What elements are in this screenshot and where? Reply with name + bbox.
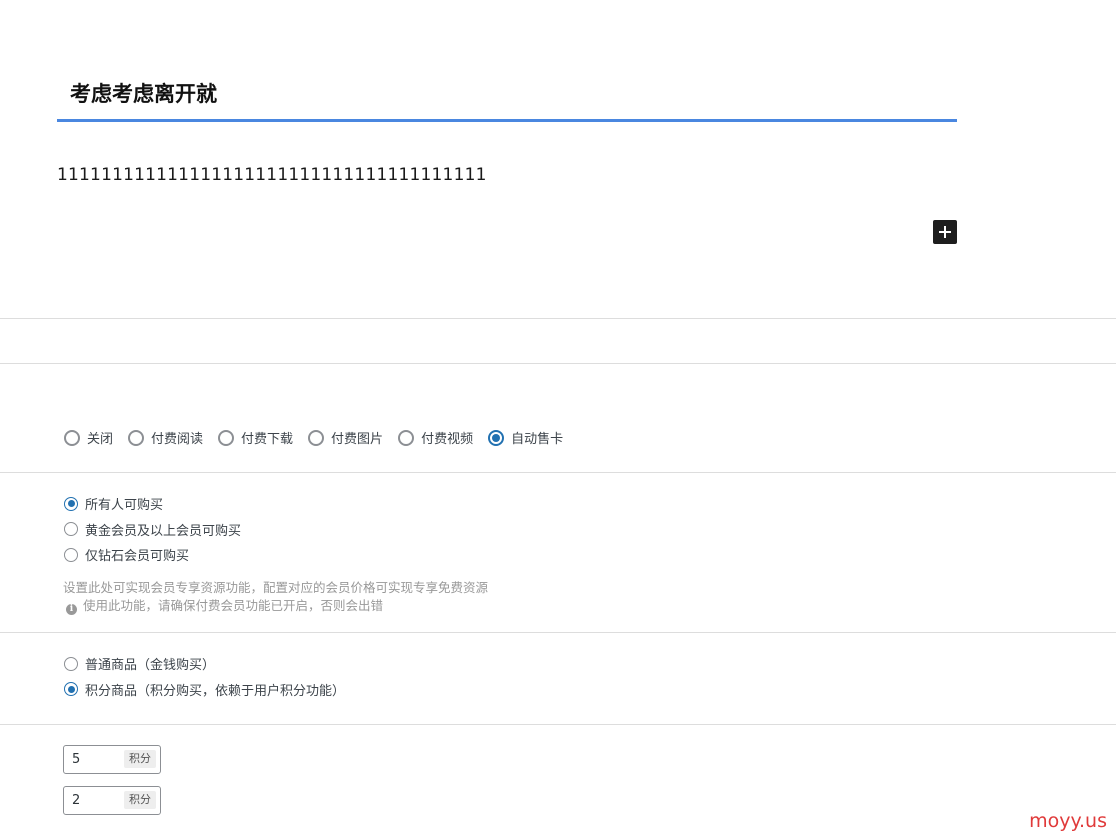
member-points-price-input[interactable]: [72, 790, 120, 810]
pay-type-option-paid-image[interactable]: 付费图片: [308, 428, 383, 447]
add-block-button[interactable]: [933, 220, 957, 244]
radio-button[interactable]: [64, 496, 78, 511]
radio-label: 自动售卡: [511, 432, 564, 447]
pay-type-option-paid-download[interactable]: 付费下载: [218, 428, 293, 447]
radio-button[interactable]: [488, 429, 505, 446]
divider: [0, 724, 1116, 725]
points-price-field[interactable]: 积分: [63, 745, 161, 774]
warning-text: 使用此功能，请确保付费会员功能已开启，否则会出错: [83, 598, 384, 613]
points-price-input[interactable]: [72, 749, 120, 769]
info-icon: i: [66, 604, 77, 615]
pay-type-radio-group: 关闭 付费阅读 付费下载 付费图片 付费视频 自动售卡: [64, 428, 563, 447]
radio-label: 普通商品（金钱购买）: [85, 658, 216, 674]
radio-label: 黄金会员及以上会员可购买: [85, 523, 242, 539]
radio-button[interactable]: [64, 682, 78, 697]
points-unit-label: 积分: [124, 791, 156, 809]
points-unit-label: 积分: [124, 750, 156, 768]
buyer-scope-option-everyone[interactable]: 所有人可购买: [64, 491, 241, 517]
divider: [0, 318, 1116, 319]
buyer-scope-radio-group: 所有人可购买 黄金会员及以上会员可购买 仅钻石会员可购买: [64, 491, 241, 568]
product-type-option-money[interactable]: 普通商品（金钱购买）: [64, 651, 345, 677]
radio-label: 付费视频: [421, 432, 474, 447]
pay-type-option-paid-read[interactable]: 付费阅读: [128, 428, 203, 447]
radio-button[interactable]: [64, 429, 80, 446]
member-points-price-field[interactable]: 积分: [63, 786, 161, 815]
post-title[interactable]: 考虑考虑离开就: [70, 78, 217, 108]
radio-button[interactable]: [218, 429, 235, 446]
product-type-radio-group: 普通商品（金钱购买） 积分商品（积分购买，依赖于用户积分功能）: [64, 651, 345, 702]
pay-type-option-close[interactable]: 关闭: [64, 428, 113, 447]
radio-button[interactable]: [308, 429, 325, 446]
radio-button[interactable]: [398, 429, 415, 446]
radio-button[interactable]: [128, 429, 145, 446]
radio-label: 付费图片: [331, 432, 384, 447]
divider: [0, 472, 1116, 473]
radio-label: 积分商品（积分购买，依赖于用户积分功能）: [85, 683, 346, 699]
watermark-text: moyy.us: [1029, 810, 1107, 832]
radio-label: 付费阅读: [151, 432, 204, 447]
pay-type-option-auto-card[interactable]: 自动售卡: [488, 428, 563, 447]
post-title-field[interactable]: 考虑考虑离开就: [57, 64, 957, 122]
pay-type-option-paid-video[interactable]: 付费视频: [398, 428, 473, 447]
radio-button[interactable]: [64, 656, 78, 671]
radio-label: 所有人可购买: [85, 498, 164, 514]
divider: [0, 363, 1116, 364]
plus-icon: [939, 226, 951, 238]
buyer-scope-warning: i 使用此功能，请确保付费会员功能已开启，否则会出错: [63, 595, 383, 615]
buyer-scope-hint: 设置此处可实现会员专享资源功能，配置对应的会员价格可实现专享免费资源: [63, 580, 489, 595]
product-type-option-points[interactable]: 积分商品（积分购买，依赖于用户积分功能）: [64, 677, 345, 703]
buyer-scope-option-diamond[interactable]: 仅钻石会员可购买: [64, 542, 241, 568]
radio-label: 关闭: [87, 432, 114, 447]
radio-button[interactable]: [64, 547, 78, 562]
divider: [0, 632, 1116, 633]
radio-button[interactable]: [64, 522, 78, 537]
radio-label: 仅钻石会员可购买: [85, 549, 190, 565]
post-content-paragraph[interactable]: 111111111111111111111111111111111111111: [57, 165, 487, 185]
radio-label: 付费下载: [241, 432, 294, 447]
buyer-scope-option-gold[interactable]: 黄金会员及以上会员可购买: [64, 517, 241, 543]
